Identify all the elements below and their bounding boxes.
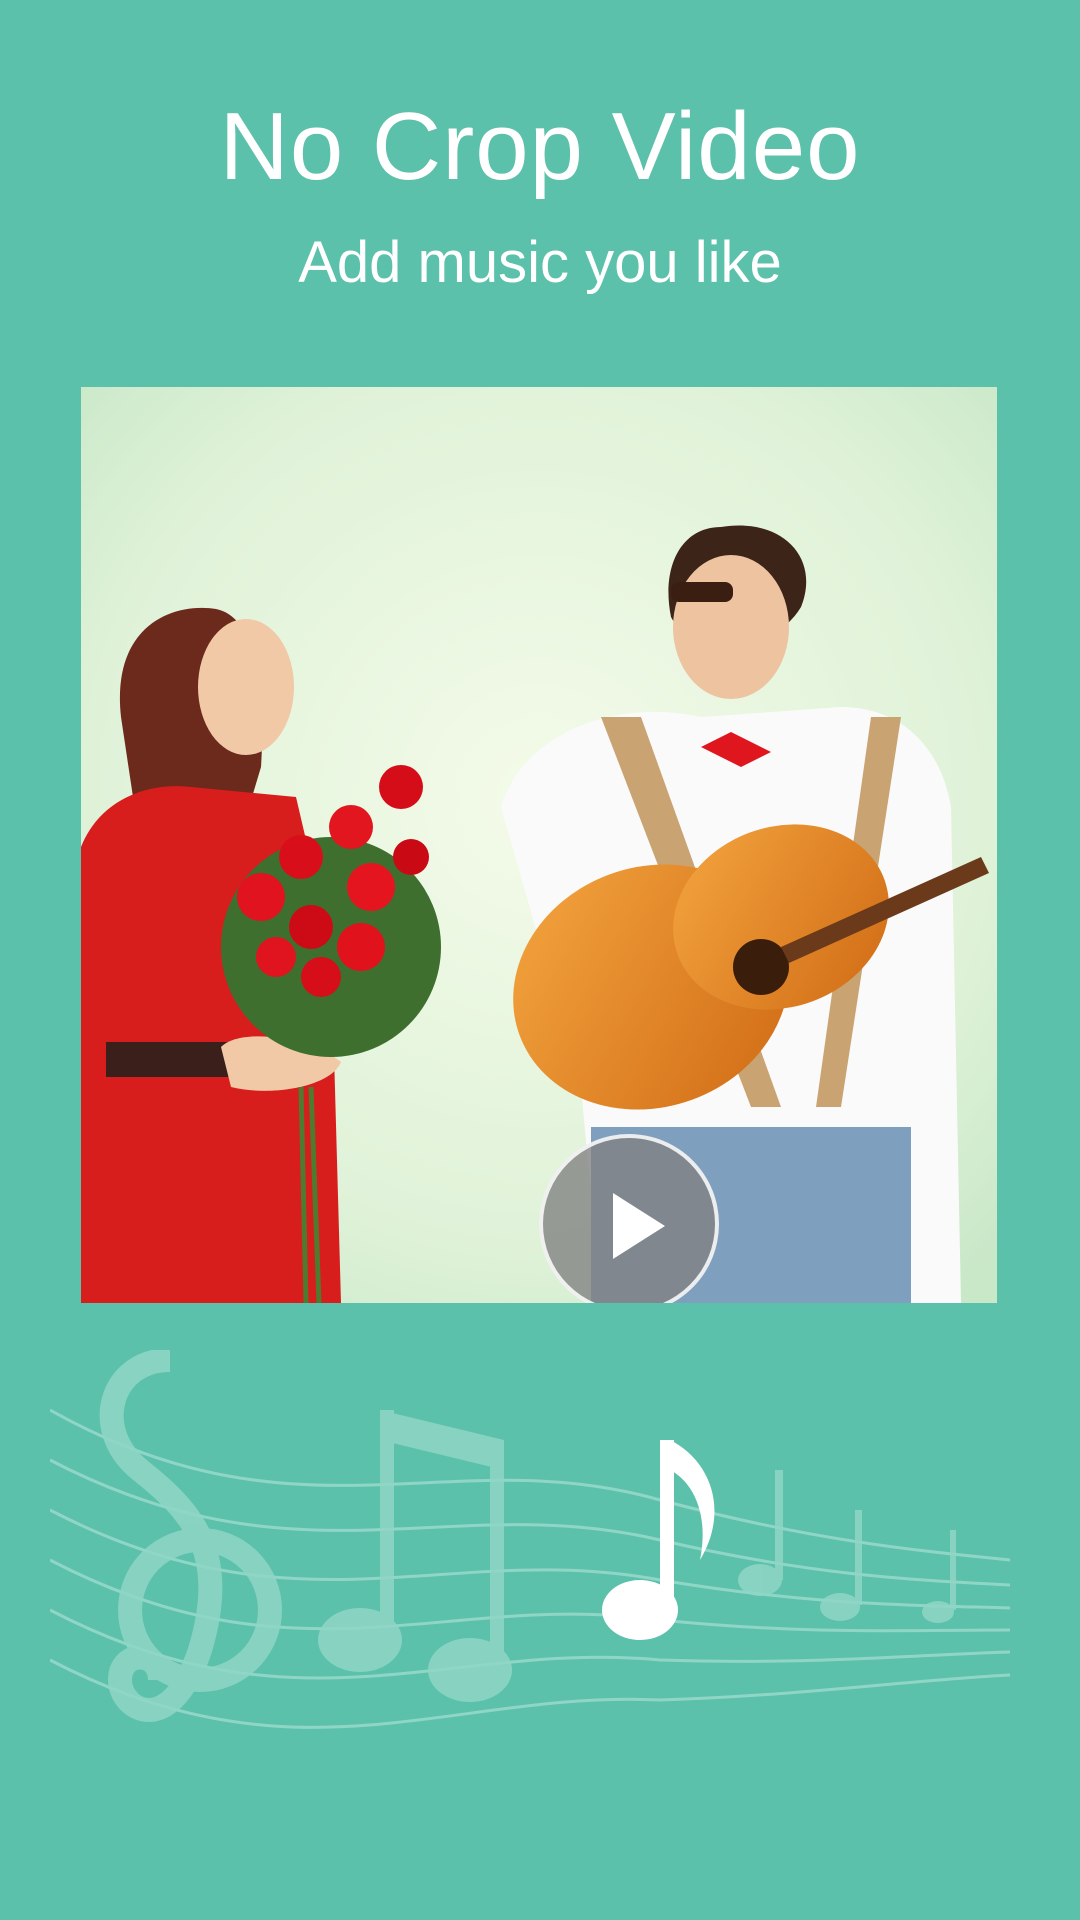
- promo-screen: No Crop Video Add music you like: [0, 0, 1080, 1920]
- page-subtitle: Add music you like: [298, 230, 782, 295]
- music-notes-icon: [50, 1350, 1011, 1729]
- page-title: No Crop Video: [219, 93, 861, 200]
- play-button[interactable]: [539, 1134, 719, 1303]
- play-icon: [613, 1193, 665, 1259]
- video-preview[interactable]: [81, 387, 997, 1303]
- video-thumbnail-image: [81, 387, 997, 1303]
